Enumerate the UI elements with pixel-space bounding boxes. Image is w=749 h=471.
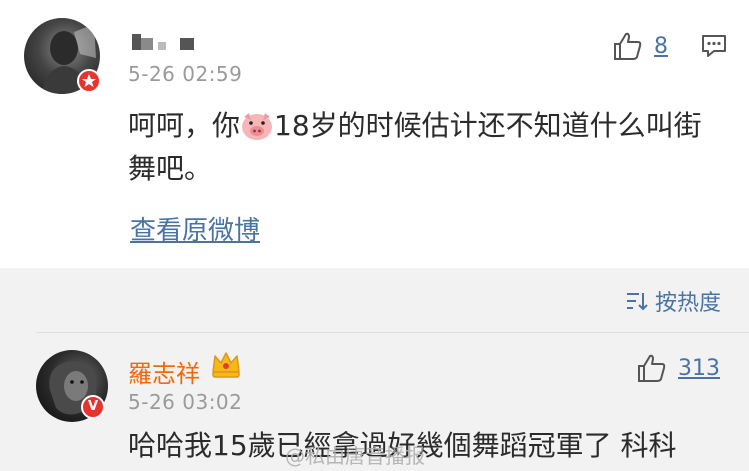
like-count[interactable]: 8 (654, 34, 668, 59)
sort-button[interactable]: 按热度 (625, 285, 721, 317)
sort-label[interactable]: 按热度 (655, 285, 721, 317)
sort-icon (626, 293, 648, 311)
vip-crown-icon (210, 350, 242, 384)
like-count[interactable]: 313 (678, 356, 720, 381)
username-pixelated[interactable] (128, 28, 208, 50)
thumbs-up-icon (638, 354, 666, 382)
comment-time: 5-26 03:02 (128, 390, 243, 414)
verified-badge-icon (77, 69, 101, 93)
reply-icon[interactable] (700, 32, 728, 64)
thumbs-up-icon (614, 32, 642, 60)
view-original-link[interactable]: 查看原微博 (130, 210, 260, 247)
pig-emoji-icon (242, 113, 273, 140)
like-button[interactable]: 313 (636, 352, 720, 384)
comment-text: 哈哈我15歲已經拿過好幾個舞蹈冠軍了 科科 (128, 429, 677, 462)
comment-text: 呵呵，你 18岁的时候估计还不知道什么叫街舞吧。 (128, 109, 702, 185)
verified-badge-icon: V (81, 395, 105, 419)
like-button[interactable]: 8 (612, 30, 668, 62)
divider (36, 332, 749, 333)
username[interactable]: 羅志祥 (128, 354, 200, 389)
watermark: @私由唐音播报 (285, 444, 425, 468)
comment-time: 5-26 02:59 (128, 62, 243, 86)
